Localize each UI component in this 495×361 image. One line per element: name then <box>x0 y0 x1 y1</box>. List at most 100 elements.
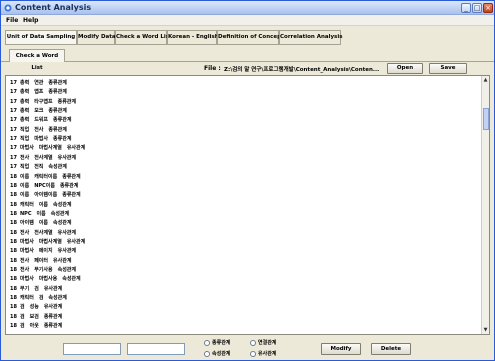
row-word: 연관 <box>34 80 44 86</box>
delete-button[interactable]: Delete <box>371 343 411 355</box>
scroll-thumb[interactable] <box>483 108 489 130</box>
list-item[interactable]: 17 총력 맵프 종류관계 <box>10 88 72 97</box>
radio-circle-icon[interactable] <box>204 350 210 357</box>
tab-unit-of-data-sampling[interactable]: Unit of Data Sampling <box>5 30 77 45</box>
tab-check-word-list[interactable]: Check a Word List <box>115 30 172 45</box>
radio-option-1[interactable]: 종류관계 <box>204 339 230 347</box>
row-word: 총력 <box>20 117 30 124</box>
list-item[interactable]: 18 이름 아이템이름 종류관계 <box>10 191 86 200</box>
radio-option-3[interactable]: 속성관계 <box>204 350 230 358</box>
word1-field[interactable] <box>63 343 121 355</box>
list-item[interactable]: 18 무기 검 유사관계 <box>10 285 67 294</box>
row-number: 17 <box>10 145 17 152</box>
row-word: 보검 <box>29 313 39 320</box>
row-word: 유사관계 <box>57 154 77 161</box>
radio-option-4[interactable]: 유사관계 <box>250 350 276 358</box>
radio-option-2[interactable]: 연결관계 <box>250 339 276 347</box>
tab-correlation-analysis[interactable]: Correlation Analysis <box>279 30 342 45</box>
row-word: 이름 <box>20 192 30 199</box>
menu-file[interactable]: File <box>6 17 18 24</box>
row-number: 18 <box>10 238 17 245</box>
row-word: 전사 <box>20 154 30 161</box>
scroll-up-icon[interactable]: ▲ <box>482 76 489 84</box>
vertical-scrollbar[interactable]: ▲ ▼ <box>481 76 489 334</box>
list-item[interactable]: 18 이름 NPC이름 종류관계 <box>10 182 83 191</box>
list-item[interactable]: 17 총력 연관 종류관계 <box>10 79 72 88</box>
modify-button[interactable]: Modify <box>321 343 361 355</box>
list-item[interactable]: 18 전사 전사계열 유사관계 <box>10 229 81 238</box>
row-number: 18 <box>10 267 17 273</box>
radio-circle-icon[interactable] <box>250 350 256 357</box>
list-item[interactable]: 17 마법사 마법사계열 유사관계 <box>10 144 90 153</box>
row-word: 속성관계 <box>62 276 81 283</box>
close-button[interactable]: × <box>483 3 493 13</box>
row-word: 종류관계 <box>62 173 81 180</box>
list-item[interactable]: 18 전사 페이터 유사관계 <box>10 257 76 266</box>
row-word: 종류관계 <box>43 313 63 320</box>
word-list[interactable]: 17 총력 연관 종류관계 17 총력 맵프 종류관계 17 총력 타구맵프 종류관계 17 총력 모크 종류… <box>6 76 482 334</box>
row-number: 18 <box>10 295 17 302</box>
row-number: 18 <box>10 201 17 208</box>
tab-modify-data[interactable]: Modify Data <box>77 30 116 45</box>
list-item[interactable]: 18 마법사 메이지 유사관계 <box>10 247 81 256</box>
list-item[interactable]: 18 검 보검 종류관계 <box>10 313 67 322</box>
list-item[interactable]: 18 캐릭터 이름 속성관계 <box>10 201 76 210</box>
minimize-button[interactable]: _ <box>461 3 471 13</box>
row-word: NPC <box>20 210 32 217</box>
list-item[interactable]: 18 검 아웃 종류관계 <box>10 322 67 331</box>
tab-korean-english[interactable]: Korean - English <box>167 30 219 45</box>
row-word: 총력 <box>20 108 30 115</box>
list-item[interactable]: 17 총력 모크 종류관계 <box>10 107 72 116</box>
tab-definition-of-concept[interactable]: Definition of Concept <box>217 30 284 45</box>
list-item[interactable]: 18 이름 캐릭터이름 종류관계 <box>10 173 86 182</box>
row-word: 전사계열 <box>34 229 53 236</box>
sub-tabs: Check a Word List <box>1 49 494 71</box>
row-word: 총력 <box>20 89 30 96</box>
list-item[interactable]: 17 직업 전직 속성관계 <box>10 163 72 172</box>
scroll-down-icon[interactable]: ▼ <box>482 326 489 334</box>
save-button[interactable]: Save <box>429 63 467 74</box>
row-word: 모크 <box>34 108 44 115</box>
row-word: 무기 <box>20 285 30 292</box>
row-word: 속성관계 <box>50 210 70 217</box>
list-item[interactable]: 18 전사 무기사용 속성관계 <box>10 266 81 275</box>
row-word: 아이템 <box>20 220 34 227</box>
list-item[interactable]: 18 마법사 마법사용 속성관계 <box>10 275 86 284</box>
menu-help[interactable]: Help <box>23 17 38 24</box>
row-word: 아웃 <box>29 323 39 330</box>
row-word: 마법사 <box>20 248 34 255</box>
list-item[interactable]: 17 총력 타구맵프 종류관계 <box>10 98 81 107</box>
list-item[interactable]: 18 NPC 이름 속성관계 <box>10 210 74 219</box>
list-item[interactable]: 17 직업 전사 종류관계 <box>10 126 72 135</box>
row-word: 무기사용 <box>34 267 53 273</box>
list-item[interactable]: 17 직업 마법사 종류관계 <box>10 135 76 144</box>
list-item[interactable]: 18 아이템 이름 속성관계 <box>10 219 76 228</box>
word-list-panel[interactable]: 17 총력 연관 종류관계 17 총력 맵프 종류관계 17 총력 타구맵프 종류관계 17 총력 모크 종류… <box>5 75 490 335</box>
open-button[interactable]: Open <box>387 63 423 74</box>
row-word: 종류관계 <box>53 136 72 143</box>
row-word: 검 <box>20 304 25 311</box>
row-word: 총력 <box>20 98 30 105</box>
title-bar[interactable]: Content Analysis _ □ × <box>1 1 494 15</box>
word2-field[interactable] <box>127 343 185 355</box>
maximize-button[interactable]: □ <box>472 3 482 13</box>
row-number: 17 <box>10 98 17 105</box>
row-number: 18 <box>10 285 17 292</box>
row-word: 마법사계열 <box>38 145 62 152</box>
row-word: 종류관계 <box>59 182 79 189</box>
row-word: 검 <box>20 323 25 330</box>
radio-circle-icon[interactable] <box>250 339 256 346</box>
list-item[interactable]: 18 마법사 마법사계열 유사관계 <box>10 238 90 247</box>
radio-circle-icon[interactable] <box>204 339 210 346</box>
row-number: 18 <box>10 173 17 180</box>
list-item[interactable]: 17 전사 전사계열 유사관계 <box>10 154 81 163</box>
row-word: 이름 <box>38 220 49 227</box>
row-word: 페이터 <box>34 257 49 264</box>
row-word: 맵프 <box>34 89 44 96</box>
subtab-check-word-list[interactable]: Check a Word List <box>9 49 65 71</box>
row-word: 전사 <box>34 126 44 133</box>
list-item[interactable]: 18 검 성능 유사관계 <box>10 303 67 312</box>
list-item[interactable]: 18 캐릭터 검 속성관계 <box>10 294 72 303</box>
list-item[interactable]: 17 총력 드워프 종류관계 <box>10 116 76 125</box>
row-word: 유사관계 <box>66 238 86 245</box>
